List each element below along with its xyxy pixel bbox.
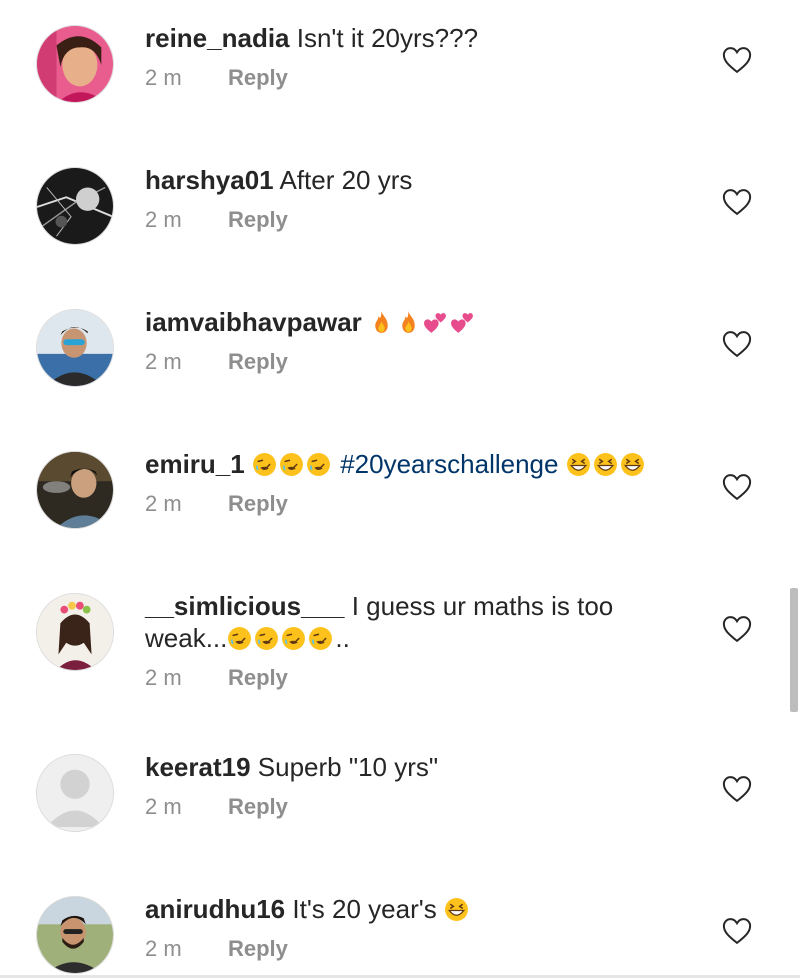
timestamp: 2 m [145,349,182,374]
heart-outline-icon [722,918,752,945]
timestamp: 2 m [145,65,182,90]
user-avatar-photo [37,897,113,973]
comment-text: Superb "10 yrs" [257,752,439,782]
timestamp: 2 m [145,936,182,961]
fire-emoji [369,310,394,335]
timestamp: 2 m [145,794,182,819]
avatar[interactable] [36,25,114,103]
comment-text-tail: .. [335,623,350,653]
default-avatar-icon [37,755,113,831]
user-avatar-photo [37,168,113,244]
user-avatar-photo [37,310,113,386]
comment-text: It's 20 year's [292,894,437,924]
user-avatar-photo [37,26,113,102]
heart-outline-icon [722,331,752,358]
comment-text: Isn't it 20yrs??? [296,23,479,53]
grinning-squinting-emoji [593,452,618,477]
rofl-emoji [306,452,331,477]
like-button[interactable] [722,46,752,74]
hashtag-link[interactable]: #20yearschallenge [340,449,558,479]
rofl-emoji [254,626,279,651]
avatar[interactable] [36,167,114,245]
comment-text: weak... [145,623,228,653]
reply-button[interactable]: Reply [228,207,288,232]
reply-button[interactable]: Reply [228,65,288,90]
avatar[interactable] [36,754,114,832]
comment-list: reine_nadia Isn't it 20yrs??? 2 m Reply h… [0,0,800,978]
two-hearts-emoji [450,310,475,335]
avatar[interactable] [36,451,114,529]
heart-outline-icon [722,189,752,216]
username[interactable]: emiru_1 [145,449,245,479]
username[interactable]: iamvaibhavpawar [145,307,362,337]
timestamp: 2 m [145,665,182,690]
rofl-emoji [227,626,252,651]
avatar[interactable] [36,309,114,387]
heart-outline-icon [722,776,752,803]
like-button[interactable] [722,775,752,803]
fire-emoji [396,310,421,335]
like-button[interactable] [722,917,752,945]
username[interactable]: harshya01 [145,165,274,195]
scrollbar[interactable] [790,588,798,712]
avatar[interactable] [36,896,114,974]
timestamp: 2 m [145,491,182,516]
two-hearts-emoji [423,310,448,335]
heart-outline-icon [722,47,752,74]
like-button[interactable] [722,473,752,501]
rofl-emoji [281,626,306,651]
grinning-squinting-emoji [444,897,469,922]
reply-button[interactable]: Reply [228,349,288,374]
grinning-squinting-emoji [566,452,591,477]
reply-button[interactable]: Reply [228,936,288,961]
reply-button[interactable]: Reply [228,665,288,690]
username[interactable]: keerat19 [145,752,251,782]
rofl-emoji [252,452,277,477]
comment-text: After 20 yrs [279,165,413,195]
user-avatar-photo [37,452,113,528]
timestamp: 2 m [145,207,182,232]
heart-outline-icon [722,616,752,643]
rofl-emoji [279,452,304,477]
reply-button[interactable]: Reply [228,491,288,516]
rofl-emoji [308,626,333,651]
reply-button[interactable]: Reply [228,794,288,819]
username[interactable]: anirudhu16 [145,894,285,924]
avatar[interactable] [36,593,114,671]
user-avatar-photo [37,594,113,670]
username[interactable]: reine_nadia [145,23,290,53]
grinning-squinting-emoji [620,452,645,477]
heart-outline-icon [722,474,752,501]
like-button[interactable] [722,615,752,643]
like-button[interactable] [722,188,752,216]
comment-text: I guess ur maths is too [351,591,614,621]
like-button[interactable] [722,330,752,358]
username[interactable]: __simlicious___ [145,591,344,621]
